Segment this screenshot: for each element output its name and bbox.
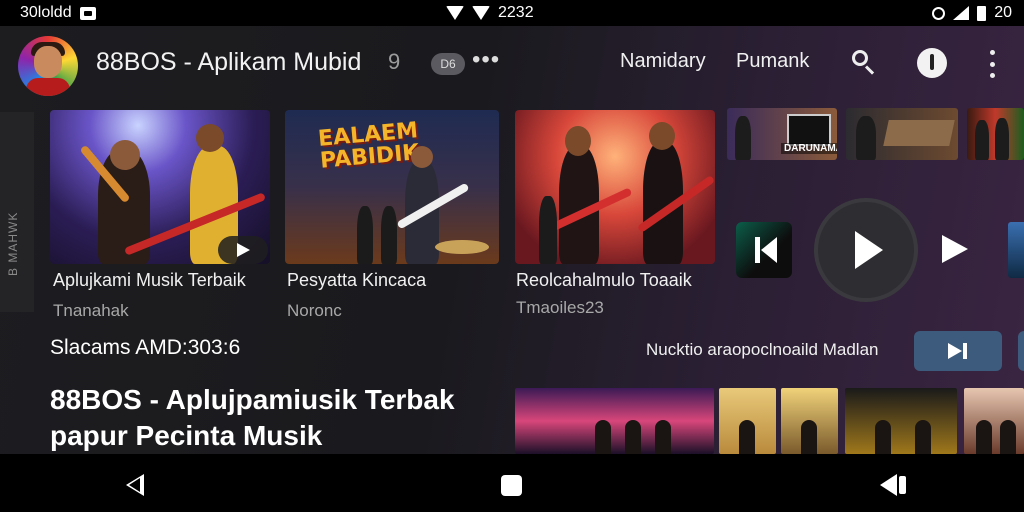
album-thumb-1[interactable]: [50, 110, 270, 264]
card-title-1[interactable]: Aplujkami Musik Terbaik: [53, 270, 246, 291]
card-title-3[interactable]: Reolcahalmulo Toaaik: [516, 270, 692, 291]
ellipsis-icon[interactable]: •••: [472, 46, 500, 74]
wifi-icon: [446, 6, 464, 20]
card-subtitle-3: Tmaoiles23: [516, 298, 604, 317]
mini-thumb-1[interactable]: DARUNAMAN: [727, 108, 837, 160]
avatar[interactable]: [18, 36, 78, 96]
mini-thumb-2[interactable]: [846, 108, 958, 160]
status-center-text: 2232: [498, 4, 534, 21]
section-heading: 88BOS - Aplujpamiusik Terbak papur Pecin…: [50, 382, 455, 454]
play-next-icon[interactable]: [942, 235, 968, 263]
cellular-signal-icon: [953, 6, 970, 20]
album-thumb-3[interactable]: [515, 110, 715, 264]
bottom-thumb-4[interactable]: [845, 388, 957, 454]
secondary-button[interactable]: [1018, 331, 1024, 371]
now-playing-text: Nucktio araopoclnoaild Madlan: [646, 340, 879, 359]
section-heading-line1: 88BOS - Aplujpamiusik Terbak: [50, 384, 455, 415]
status-left-text: 30loldd: [20, 4, 72, 21]
search-icon[interactable]: [852, 50, 876, 75]
status-right-text: 20: [994, 4, 1012, 21]
battery-icon: [977, 5, 987, 21]
status-line: Slacams AMD:303:6: [50, 336, 241, 359]
bottom-thumb-2[interactable]: [719, 388, 776, 454]
recents-icon[interactable]: [880, 474, 908, 496]
more-vert-icon[interactable]: [988, 50, 996, 78]
system-nav-bar: [0, 454, 1024, 512]
status-bar: 30loldd 2232 20: [0, 0, 1024, 26]
album-thumb-2[interactable]: EALAEM PABIDIK: [285, 110, 499, 264]
main-content: 88BOS - Aplikam Mubid 9 D6 ••• Namidary …: [0, 26, 1024, 454]
mini-thumb-label: DARUNAMAN: [781, 143, 837, 154]
play-button[interactable]: [818, 202, 914, 298]
bottom-thumb-1[interactable]: [515, 388, 714, 454]
wifi-icon-2: [472, 6, 490, 20]
info-icon[interactable]: [917, 48, 947, 78]
skip-previous-icon[interactable]: [736, 222, 792, 278]
notification-icon: [79, 6, 96, 20]
mini-thumb-3[interactable]: [967, 108, 1024, 160]
headphones-icon[interactable]: 9: [388, 49, 400, 75]
alarm-icon: [932, 6, 946, 20]
home-icon[interactable]: [501, 475, 522, 496]
play-chip-icon[interactable]: [218, 236, 268, 264]
back-icon[interactable]: [126, 474, 144, 496]
nav-link-2[interactable]: Pumank: [736, 50, 809, 73]
nav-link-1[interactable]: Namidary: [620, 50, 706, 73]
top-app-bar: 88BOS - Aplikam Mubid 9 D6 ••• Namidary …: [0, 26, 1024, 102]
bottom-thumb-3[interactable]: [781, 388, 838, 454]
card-subtitle-2: Noronc: [287, 301, 342, 320]
side-rail-label: B MAHWK: [6, 211, 20, 276]
bottom-thumb-5[interactable]: [964, 388, 1024, 454]
app-title: 88BOS - Aplikam Mubid: [96, 48, 362, 76]
badge-chip[interactable]: D6: [431, 53, 465, 75]
card-title-2[interactable]: Pesyatta Kincaca: [287, 270, 426, 291]
card-subtitle-1: Tnanahak: [53, 301, 129, 320]
edge-thumb[interactable]: [1008, 222, 1024, 278]
section-heading-line2: papur Pecinta Musik: [50, 420, 323, 451]
skip-next-button[interactable]: [914, 331, 1002, 371]
